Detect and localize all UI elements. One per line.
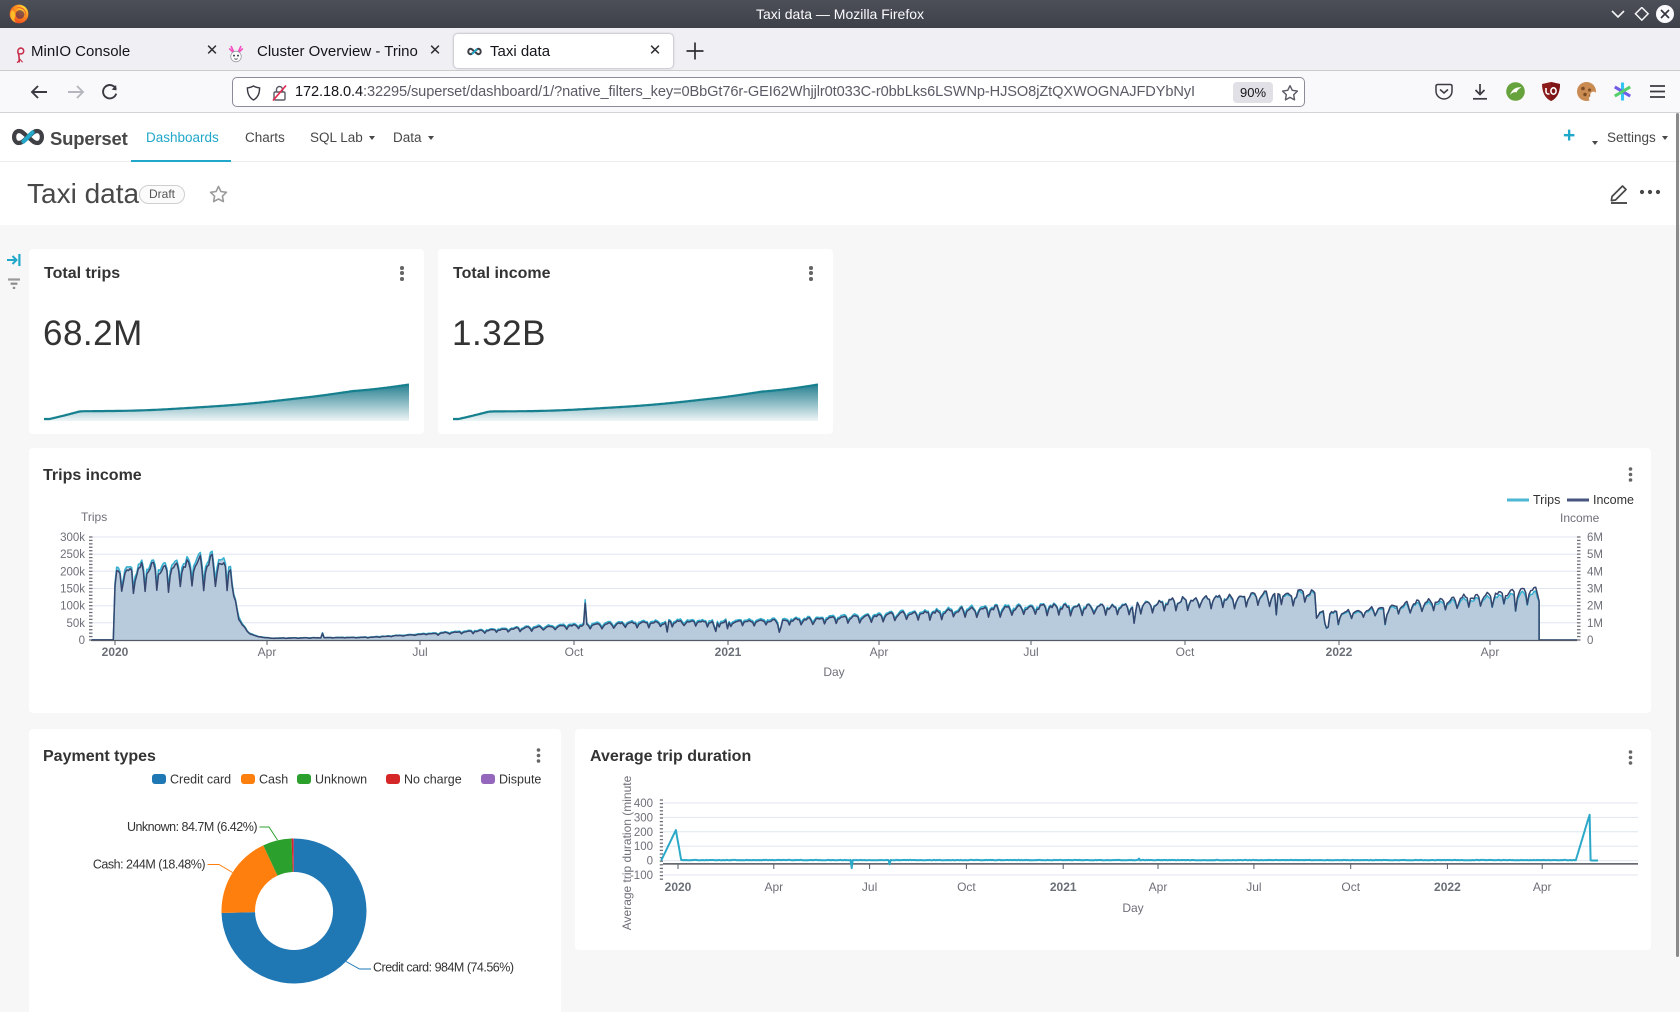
svg-text:Cash: 244M (18.48%): Cash: 244M (18.48%) xyxy=(93,858,205,872)
svg-text:400: 400 xyxy=(634,798,653,810)
svg-text:Payment types: Payment types xyxy=(43,748,156,765)
svg-text:Credit card: 984M (74.56%): Credit card: 984M (74.56%) xyxy=(373,961,514,975)
svg-text:0: 0 xyxy=(79,635,85,647)
svg-text:1M: 1M xyxy=(1587,618,1603,630)
svg-text:Jul: Jul xyxy=(1023,645,1038,659)
svg-text:2021: 2021 xyxy=(1050,880,1077,894)
svg-text:5M: 5M xyxy=(1587,549,1603,561)
svg-text:Cash: Cash xyxy=(259,773,288,787)
svg-text:-100: -100 xyxy=(630,870,653,882)
svg-text:Apr: Apr xyxy=(764,880,783,894)
svg-text:2020: 2020 xyxy=(102,645,129,659)
svg-text:Apr: Apr xyxy=(1533,880,1552,894)
svg-text:0: 0 xyxy=(1587,635,1593,647)
svg-text:Average trip duration (minute: Average trip duration (minute xyxy=(620,775,634,930)
svg-text:Day: Day xyxy=(1122,901,1143,915)
svg-text:Apr: Apr xyxy=(258,645,277,659)
svg-text:Oct: Oct xyxy=(1341,880,1360,894)
svg-text:300: 300 xyxy=(634,812,653,824)
svg-text:Apr: Apr xyxy=(1481,645,1500,659)
svg-text:Unknown: 84.7M (6.42%): Unknown: 84.7M (6.42%) xyxy=(127,820,257,834)
svg-text:2021: 2021 xyxy=(715,645,742,659)
svg-text:250k: 250k xyxy=(60,549,85,561)
svg-text:Jul: Jul xyxy=(862,880,877,894)
svg-text:Jul: Jul xyxy=(1246,880,1261,894)
svg-text:Income: Income xyxy=(1593,493,1634,507)
svg-text:Dispute: Dispute xyxy=(499,773,541,787)
svg-text:2020: 2020 xyxy=(665,880,692,894)
svg-text:0: 0 xyxy=(647,856,653,868)
svg-text:200k: 200k xyxy=(60,566,85,578)
svg-text:Trips: Trips xyxy=(81,510,107,524)
svg-text:3M: 3M xyxy=(1587,584,1603,596)
svg-text:50k: 50k xyxy=(66,618,85,630)
svg-text:100k: 100k xyxy=(60,601,85,613)
svg-text:2M: 2M xyxy=(1587,601,1603,613)
svg-text:Trips: Trips xyxy=(1533,493,1560,507)
svg-text:Unknown: Unknown xyxy=(315,773,367,787)
svg-text:4M: 4M xyxy=(1587,566,1603,578)
svg-text:Jul: Jul xyxy=(412,645,427,659)
svg-text:6M: 6M xyxy=(1587,532,1603,544)
svg-text:Day: Day xyxy=(823,665,844,679)
svg-text:Income: Income xyxy=(1560,511,1600,525)
svg-text:Credit card: Credit card xyxy=(170,773,231,787)
svg-text:200: 200 xyxy=(634,827,653,839)
svg-text:300k: 300k xyxy=(60,532,85,544)
svg-text:Average trip duration: Average trip duration xyxy=(590,748,751,765)
svg-text:150k: 150k xyxy=(60,584,85,596)
svg-text:Oct: Oct xyxy=(957,880,976,894)
svg-text:No charge: No charge xyxy=(404,773,462,787)
svg-text:Oct: Oct xyxy=(1176,645,1195,659)
svg-text:Apr: Apr xyxy=(1149,880,1168,894)
svg-text:2022: 2022 xyxy=(1434,880,1461,894)
svg-text:Trips income: Trips income xyxy=(43,467,142,484)
svg-text:Apr: Apr xyxy=(870,645,889,659)
svg-text:100: 100 xyxy=(634,841,653,853)
svg-text:Oct: Oct xyxy=(565,645,584,659)
svg-text:2022: 2022 xyxy=(1326,645,1353,659)
